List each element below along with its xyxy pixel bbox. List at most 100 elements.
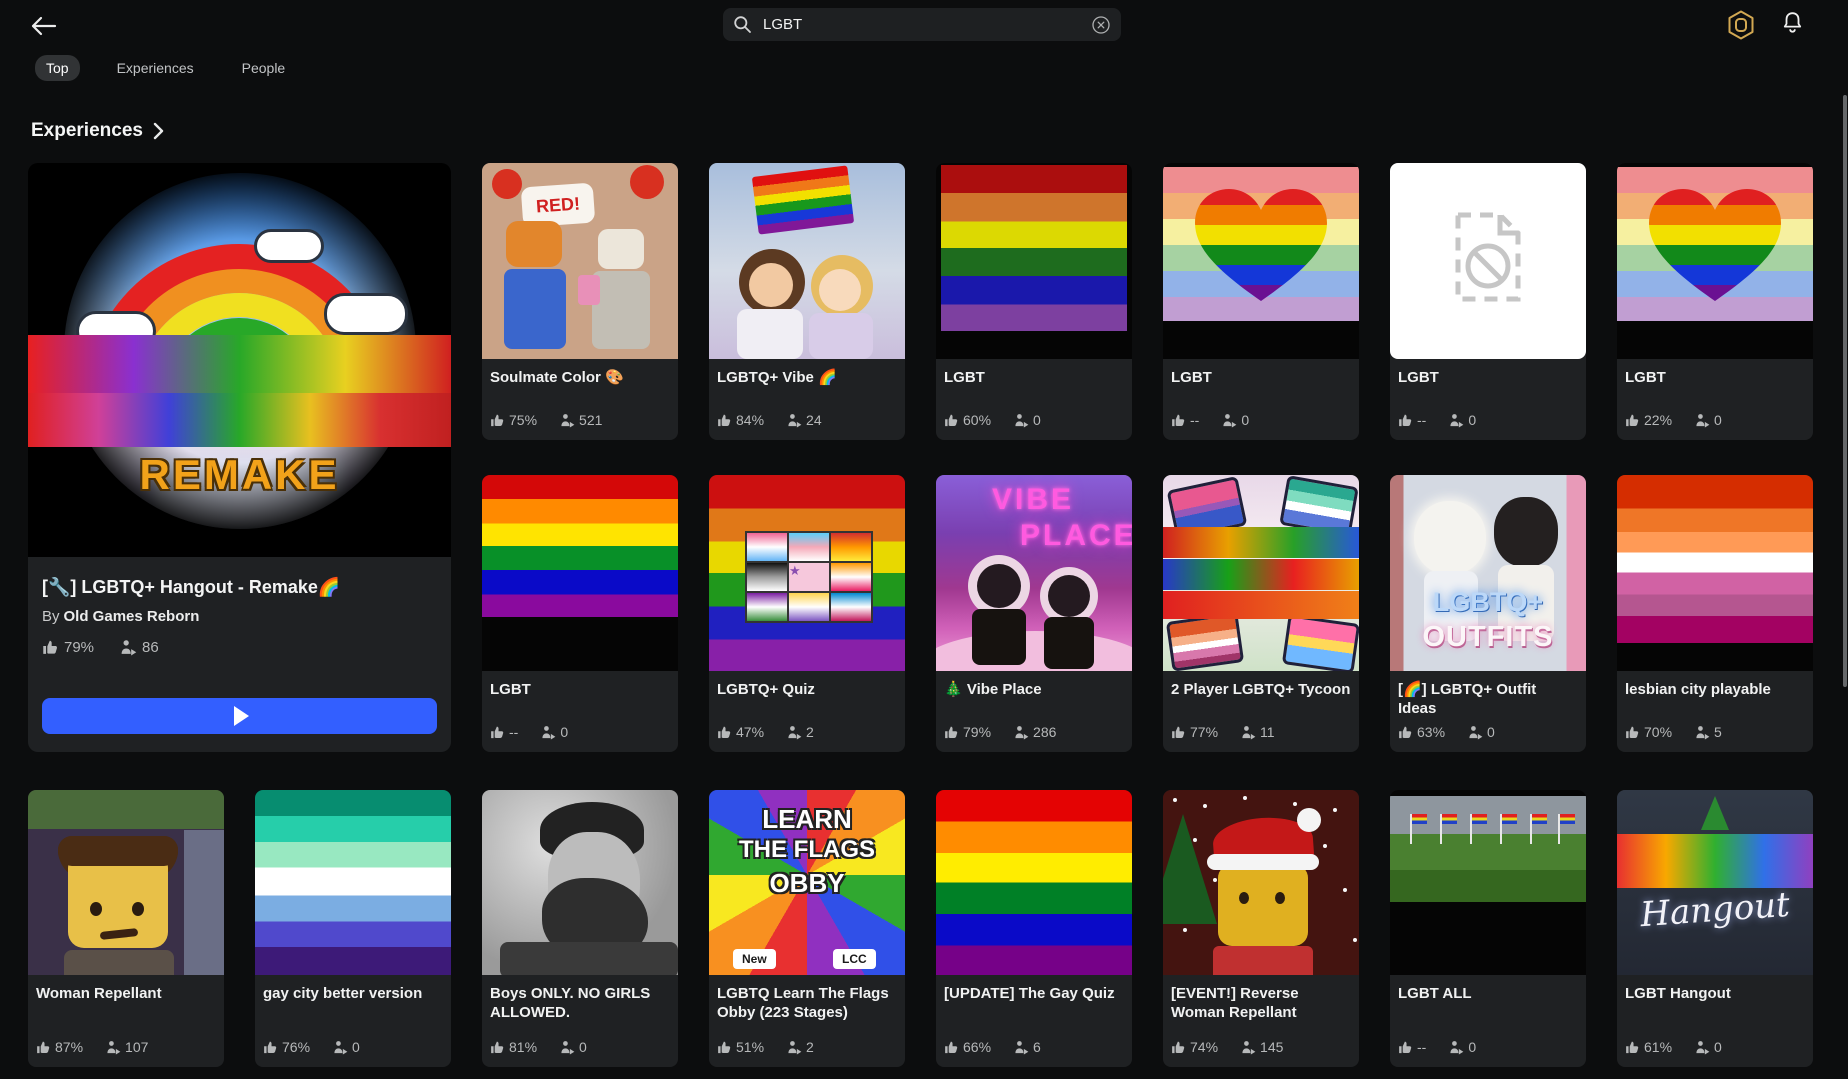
experience-title: LGBT: [1398, 369, 1439, 386]
experience-card[interactable]: LGBT Hangout LGBT Hangout 61% 0: [1617, 790, 1813, 1067]
experience-thumbnail[interactable]: [1617, 475, 1813, 671]
experience-thumbnail[interactable]: [1163, 790, 1359, 975]
experience-thumbnail[interactable]: [28, 790, 224, 975]
players-value: 24: [806, 412, 822, 428]
experience-thumbnail[interactable]: [482, 790, 678, 975]
tab-people[interactable]: People: [231, 55, 297, 81]
experience-title: 🎄 Vibe Place: [944, 681, 1042, 698]
thumbs-up-icon: [1398, 1040, 1413, 1055]
experience-thumbnail[interactable]: LGBT Hangout: [1617, 790, 1813, 975]
players-value: 0: [579, 1039, 587, 1055]
thumb-text: 2 Player: [1163, 527, 1359, 558]
experience-card[interactable]: LGBTQ+ OUTFITS [🌈] LGBTQ+ Outfit Ideas 6…: [1390, 475, 1586, 752]
experience-card[interactable]: lesbian city playable 70% 5: [1617, 475, 1813, 752]
experience-thumbnail[interactable]: [255, 790, 451, 975]
featured-experience-card[interactable]: LGBTQ HANGOUT REMAKE [🔧] LGBTQ+ Hangout …: [28, 163, 451, 752]
experience-card[interactable]: [UPDATE] The Gay Quiz 66% 6: [936, 790, 1132, 1067]
thumbs-up-icon: [36, 1040, 51, 1055]
players-icon: [1449, 413, 1464, 428]
experience-card[interactable]: VIBE PLACE 🎄 Vibe Place 79% 286: [936, 475, 1132, 752]
players-icon: [787, 725, 802, 740]
experience-stats: 63% 0: [1398, 724, 1578, 740]
players-icon: [1241, 1040, 1256, 1055]
experience-thumbnail[interactable]: [1163, 163, 1359, 359]
tab-top[interactable]: Top: [35, 55, 80, 81]
experience-thumbnail[interactable]: [1617, 163, 1813, 359]
experience-card[interactable]: RED! Soulmate Color 🎨 75% 521: [482, 163, 678, 440]
experience-card[interactable]: LGBTQ+ Vibe 🌈 84% 24: [709, 163, 905, 440]
thumb-text: LGBT: [1617, 834, 1813, 888]
experience-card[interactable]: LGBT -- 0: [482, 475, 678, 752]
experience-thumbnail[interactable]: VIBE PLACE: [936, 475, 1132, 671]
rainbow-flag-art: [936, 790, 1132, 975]
tab-experiences[interactable]: Experiences: [106, 55, 205, 81]
experience-thumbnail[interactable]: RED!: [482, 163, 678, 359]
thumb-text: VIBE: [992, 483, 1075, 516]
thumb-text: PLACE: [1020, 519, 1132, 552]
thumb-text: LEARN: [762, 804, 852, 834]
lesbian-flag-art: [1165, 612, 1245, 671]
featured-thumbnail[interactable]: LGBTQ HANGOUT REMAKE: [28, 163, 451, 557]
experience-stats: 70% 5: [1625, 724, 1805, 740]
cloud: [254, 229, 324, 263]
experience-thumbnail[interactable]: [709, 163, 905, 359]
thumb-text: Tycoon: [1163, 591, 1359, 619]
thumbs-up-icon: [490, 413, 505, 428]
experience-card[interactable]: Woman Repellant 87% 107: [28, 790, 224, 1067]
experience-card[interactable]: LGBT ALL -- 0: [1390, 790, 1586, 1067]
thumbs-up-icon: [717, 725, 732, 740]
players-value: 5: [1714, 724, 1722, 740]
experience-card[interactable]: LGBT 22% 0: [1617, 163, 1813, 440]
experience-thumbnail[interactable]: [1390, 163, 1586, 359]
search-input[interactable]: [761, 15, 1082, 34]
rating-value: 79%: [963, 724, 992, 740]
experience-card[interactable]: LGBT -- 0: [1163, 163, 1359, 440]
experiences-section-header[interactable]: Experiences: [31, 120, 164, 142]
play-button[interactable]: [42, 698, 437, 734]
bell-icon: [1783, 12, 1802, 33]
players-icon: [787, 1040, 802, 1055]
thumbs-up-icon: [1171, 413, 1186, 428]
rainbow-heart-art: [1617, 167, 1813, 321]
experience-card[interactable]: ★ LGBTQ+ Quiz 47% 2: [709, 475, 905, 752]
experience-thumbnail[interactable]: [936, 790, 1132, 975]
back-button[interactable]: [28, 12, 62, 40]
experience-card[interactable]: LGBT 60% 0: [936, 163, 1132, 440]
players-value: 286: [1033, 724, 1057, 740]
experience-thumbnail[interactable]: [936, 163, 1132, 359]
players-icon: [1014, 725, 1029, 740]
experience-thumbnail[interactable]: ★: [709, 475, 905, 671]
experience-thumbnail[interactable]: LGBTQ+ OUTFITS: [1390, 475, 1586, 671]
experience-stats: 84% 24: [717, 412, 897, 428]
experience-thumbnail[interactable]: [482, 475, 678, 671]
notifications-button[interactable]: [1780, 10, 1805, 38]
experience-thumbnail[interactable]: [1390, 790, 1586, 975]
thumb-text-hangout: HANGOUT: [28, 393, 451, 447]
premium-button[interactable]: [1727, 10, 1755, 40]
experience-thumbnail[interactable]: 2 Player LGBTQ+ Tycoon: [1163, 475, 1359, 671]
thumb-text: Hangout: [1638, 884, 1792, 936]
rating-value: 47%: [736, 724, 765, 740]
thumbs-up-icon: [1625, 413, 1640, 428]
thumbs-up-icon: [1625, 1040, 1640, 1055]
experience-thumbnail[interactable]: LEARN THE FLAGS OBBY New LCC: [709, 790, 905, 975]
clear-search-icon[interactable]: [1091, 15, 1111, 35]
players-icon: [1449, 1040, 1464, 1055]
by-label: By: [42, 608, 60, 625]
experience-title: LGBT: [1171, 369, 1212, 386]
thumb-text-remake: REMAKE: [139, 451, 340, 498]
scrollbar[interactable]: [1843, 95, 1847, 687]
experience-stats: 60% 0: [944, 412, 1124, 428]
experience-card[interactable]: gay city better version 76% 0: [255, 790, 451, 1067]
search-bar[interactable]: [723, 8, 1121, 41]
experience-card[interactable]: 2 Player LGBTQ+ Tycoon 2 Player LGBTQ+ T…: [1163, 475, 1359, 752]
experience-card[interactable]: [EVENT!] Reverse Woman Repellant 74% 145: [1163, 790, 1359, 1067]
author-name[interactable]: Old Games Reborn: [64, 608, 200, 625]
experience-card[interactable]: LEARN THE FLAGS OBBY New LCC LGBTQ Learn…: [709, 790, 905, 1067]
experience-title: 2 Player LGBTQ+ Tycoon: [1171, 681, 1351, 698]
experience-card[interactable]: LGBT -- 0: [1390, 163, 1586, 440]
experience-title: LGBTQ Learn The Flags Obby (223 Stages): [717, 985, 889, 1021]
thumb-text: LGBTQ+: [1432, 587, 1544, 617]
experience-card[interactable]: Boys ONLY. NO GIRLS ALLOWED. 81% 0: [482, 790, 678, 1067]
rating-value: 84%: [736, 412, 765, 428]
